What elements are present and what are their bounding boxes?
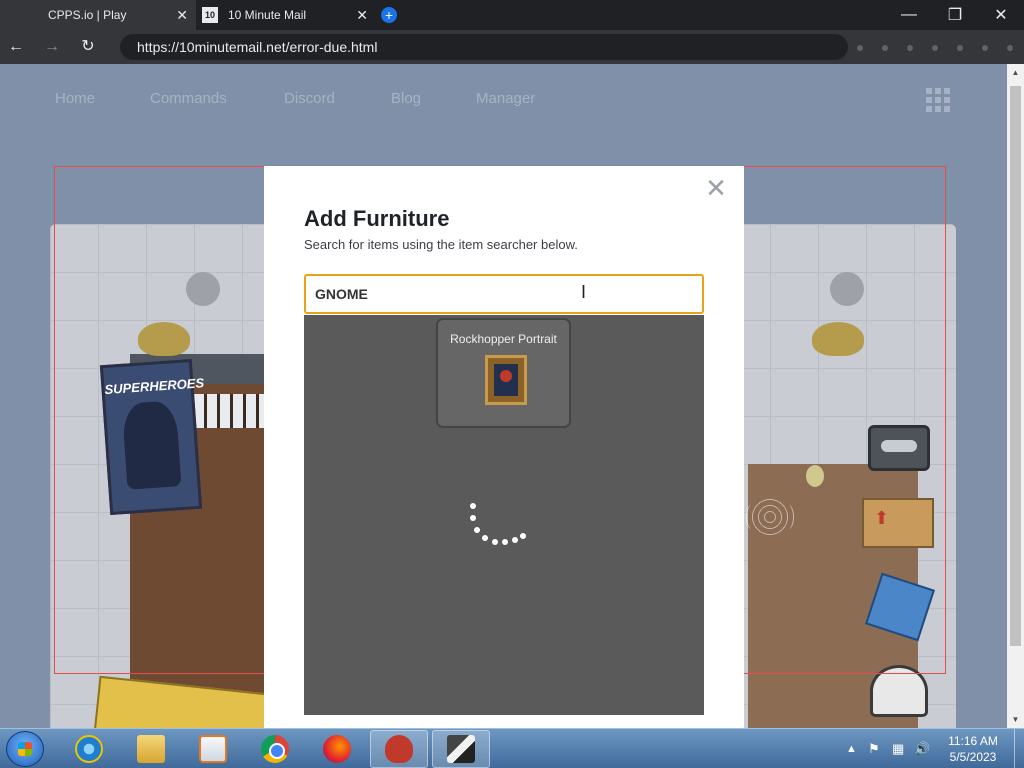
result-name: Rockhopper Portrait — [450, 332, 557, 346]
extension-icon[interactable] — [857, 45, 863, 51]
ceiling-light — [830, 272, 864, 306]
clock-time: 11:16 AM — [948, 734, 998, 748]
helmet-item-icon[interactable] — [870, 665, 928, 717]
back-button[interactable]: ← — [5, 36, 27, 58]
tab-10-minute-mail[interactable]: 10 10 Minute Mail ✕ — [196, 0, 376, 30]
clock-date: 5/5/2023 — [949, 750, 997, 764]
firefox-taskbar-icon[interactable] — [308, 730, 366, 768]
extension-icon[interactable] — [907, 45, 913, 51]
new-tab-button[interactable]: + — [381, 7, 397, 23]
extension-icon[interactable] — [957, 45, 963, 51]
minimize-button[interactable]: — — [886, 0, 932, 30]
nav-link-home[interactable]: Home — [55, 90, 95, 107]
windows-taskbar: ▲ ⚑ ▦ 🔊 11:16 AM 5/5/2023 — [0, 728, 1024, 768]
show-desktop-button[interactable] — [1014, 729, 1024, 768]
volume-icon[interactable]: 🔊 — [914, 729, 930, 768]
modal-subtitle: Search for items using the item searcher… — [304, 237, 578, 252]
extension-icon[interactable] — [882, 45, 888, 51]
restore-button[interactable]: ❐ — [932, 0, 978, 30]
apps-grid-icon[interactable] — [926, 88, 950, 112]
site-navigation: Home Commands Discord Blog Manager — [0, 64, 1007, 134]
page-scrollbar[interactable]: ▲ ▼ — [1007, 64, 1024, 728]
search-results: Rockhopper Portrait — [304, 315, 704, 715]
modal-title: Add Furniture — [304, 206, 450, 231]
system-clock[interactable]: 11:16 AM 5/5/2023 — [936, 733, 1010, 765]
tab-close-icon[interactable]: ✕ — [176, 7, 188, 23]
nav-link-blog[interactable]: Blog — [391, 90, 421, 107]
nav-link-discord[interactable]: Discord — [284, 90, 335, 107]
other-app-taskbar-icon[interactable] — [432, 730, 490, 768]
chrome-taskbar-icon[interactable] — [246, 730, 304, 768]
network-icon[interactable]: ▦ — [892, 729, 904, 768]
box-item-icon[interactable]: ⬆ — [862, 498, 934, 548]
loading-spinner-icon — [464, 497, 534, 557]
tab-title: CPPS.io | Play — [48, 8, 127, 22]
nav-link-manager[interactable]: Manager — [476, 90, 535, 107]
browser-toolbar: ← → ↻ https://10minutemail.net/error-due… — [0, 30, 1024, 64]
start-button[interactable] — [6, 731, 44, 767]
scroll-down-icon[interactable]: ▼ — [1007, 711, 1024, 728]
rockhopper-portrait-icon — [485, 355, 527, 405]
tab-close-icon[interactable]: ✕ — [356, 7, 368, 23]
windows-explorer-taskbar-icon[interactable] — [122, 730, 180, 768]
show-hidden-icons[interactable]: ▲ — [846, 729, 857, 768]
bird-statue — [812, 322, 864, 356]
media-player-taskbar-icon[interactable] — [184, 730, 242, 768]
scroll-up-icon[interactable]: ▲ — [1007, 64, 1024, 81]
nav-link-commands[interactable]: Commands — [150, 90, 227, 107]
action-center-icon[interactable]: ⚑ — [868, 729, 880, 768]
superheroes-poster: SUPERHEROES — [99, 358, 205, 516]
cassette-item-icon[interactable] — [868, 425, 930, 471]
result-card[interactable]: Rockhopper Portrait — [436, 318, 571, 428]
browser-tab-bar: CPPS.io | Play ✕ 10 10 Minute Mail ✕ + —… — [0, 0, 1024, 30]
add-furniture-modal: ✕ Add Furniture Search for items using t… — [264, 166, 744, 728]
ten-minute-mail-favicon-icon: 10 — [202, 7, 218, 23]
scroll-thumb[interactable] — [1010, 86, 1021, 646]
ceiling-light — [186, 272, 220, 306]
address-bar[interactable]: https://10minutemail.net/error-due.html — [120, 34, 848, 60]
item-search-input[interactable] — [304, 274, 704, 314]
tab-cpps-play[interactable]: CPPS.io | Play ✕ — [0, 0, 196, 30]
extension-icon[interactable] — [932, 45, 938, 51]
reload-button[interactable]: ↻ — [77, 36, 99, 58]
text-cursor-icon: I — [581, 282, 587, 302]
close-icon[interactable]: ✕ — [704, 175, 728, 201]
wall-lamp — [806, 465, 824, 487]
profile-icon[interactable] — [982, 45, 988, 51]
cpps-taskbar-icon[interactable] — [370, 730, 428, 768]
menu-icon[interactable] — [1007, 45, 1013, 51]
forward-button[interactable]: → — [41, 36, 63, 58]
internet-explorer-taskbar-icon[interactable] — [60, 730, 118, 768]
tab-title: 10 Minute Mail — [228, 8, 307, 22]
spider-web — [745, 497, 795, 537]
window-close-button[interactable]: ✕ — [978, 0, 1024, 30]
bird-statue — [138, 322, 190, 356]
